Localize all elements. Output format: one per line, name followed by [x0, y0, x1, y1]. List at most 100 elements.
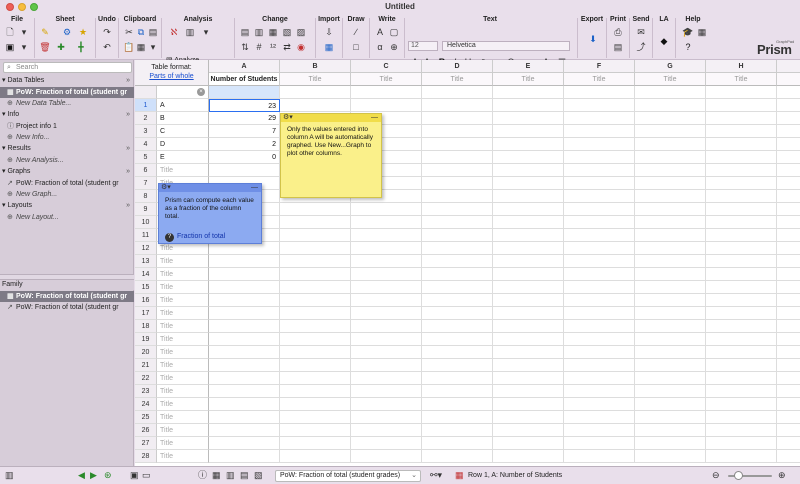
table-cell[interactable]	[635, 320, 706, 333]
table-cell[interactable]	[351, 359, 422, 372]
table-cell[interactable]	[635, 294, 706, 307]
table-cell[interactable]	[635, 398, 706, 411]
export-icon[interactable]: ⬇	[586, 31, 600, 47]
sidebar-item-graph[interactable]: ↗ PoW: Fraction of total (student gr	[0, 178, 134, 189]
table-cell[interactable]	[706, 411, 777, 424]
note-title-bar[interactable]: ⚙▾ —	[159, 184, 261, 192]
table-cell[interactable]	[564, 268, 635, 281]
table-cell[interactable]	[493, 112, 564, 125]
table-cell[interactable]	[493, 346, 564, 359]
column-title-g[interactable]: Title	[635, 73, 706, 86]
table-cell[interactable]: 0	[209, 151, 280, 164]
help-question-icon[interactable]: ?	[682, 42, 694, 53]
section-expand-icon[interactable]: »	[126, 76, 130, 86]
table-cell[interactable]	[280, 398, 351, 411]
table-cell[interactable]	[564, 125, 635, 138]
table-cell[interactable]	[564, 164, 635, 177]
table-cell[interactable]	[280, 242, 351, 255]
print-preview-icon[interactable]: ▤	[612, 42, 624, 53]
table-cell[interactable]	[564, 372, 635, 385]
table-cell[interactable]	[635, 268, 706, 281]
analysis-table-icon[interactable]: ▥	[184, 27, 196, 38]
table-cell[interactable]	[706, 281, 777, 294]
table-cell[interactable]	[351, 255, 422, 268]
clear-icon[interactable]: ×	[197, 88, 205, 96]
table-cell[interactable]	[209, 372, 280, 385]
column-header-d[interactable]: D	[422, 60, 493, 73]
row-title[interactable]: Title	[157, 255, 209, 268]
table-cell[interactable]	[635, 138, 706, 151]
table-cell[interactable]	[564, 281, 635, 294]
row-title[interactable]: D	[157, 138, 209, 151]
delete-sheet-icon[interactable]: 🗑	[39, 42, 51, 53]
table-cell[interactable]	[777, 411, 800, 424]
table-cell[interactable]	[777, 164, 800, 177]
change-fill-icon[interactable]: ▨	[295, 27, 307, 38]
table-cell[interactable]	[209, 359, 280, 372]
column-header-i[interactable]: I	[777, 60, 800, 73]
table-cell[interactable]	[564, 229, 635, 242]
table-cell[interactable]	[564, 242, 635, 255]
color-icon[interactable]: ◉	[295, 42, 307, 53]
table-cell[interactable]	[422, 359, 493, 372]
table-cell[interactable]	[493, 398, 564, 411]
save-icon[interactable]: ▣	[4, 42, 16, 53]
column-title-c[interactable]: Title	[351, 73, 422, 86]
table-cell[interactable]	[706, 151, 777, 164]
row-title[interactable]: Title	[157, 268, 209, 281]
row-title-header-input[interactable]: ×	[157, 86, 209, 99]
sidebar-item-project-info[interactable]: ⓘ Project info 1	[0, 121, 134, 132]
table-cell[interactable]	[422, 320, 493, 333]
table-cell[interactable]	[209, 281, 280, 294]
table-cell[interactable]	[351, 86, 422, 99]
table-cell[interactable]	[493, 294, 564, 307]
help-book-icon[interactable]: ▦	[696, 27, 708, 38]
table-cell[interactable]	[706, 177, 777, 190]
table-cell[interactable]	[280, 229, 351, 242]
row-title[interactable]: Title	[157, 333, 209, 346]
table-cell[interactable]	[493, 320, 564, 333]
sidebar-toggle-icon[interactable]: ▥	[5, 470, 14, 481]
column-title-i[interactable]: Title	[777, 73, 800, 86]
undo-icon[interactable]: ↶	[101, 42, 113, 53]
sticky-note-blue[interactable]: ⚙▾ — Prism can compute each value as a f…	[158, 183, 262, 244]
row-title[interactable]: A	[157, 99, 209, 112]
table-cell[interactable]	[422, 216, 493, 229]
table-cell[interactable]	[209, 320, 280, 333]
table-cell[interactable]	[635, 164, 706, 177]
sidebar-item-new-data-table[interactable]: ⊕ New Data Table...	[0, 98, 134, 109]
table-cell[interactable]	[493, 164, 564, 177]
view-columns-icon[interactable]: ▥	[226, 470, 235, 481]
table-cell[interactable]	[777, 346, 800, 359]
table-cell[interactable]	[706, 385, 777, 398]
table-cell[interactable]	[422, 268, 493, 281]
fraction-of-total-link[interactable]: ? Fraction of total	[165, 233, 225, 242]
table-cell[interactable]	[706, 138, 777, 151]
row-title[interactable]: Title	[157, 294, 209, 307]
table-cell[interactable]	[493, 281, 564, 294]
row-title[interactable]: Title	[157, 372, 209, 385]
previous-sheet-icon[interactable]: ◀	[78, 470, 85, 481]
table-cell[interactable]	[493, 138, 564, 151]
redo-icon[interactable]: ↷	[101, 27, 113, 38]
table-cell[interactable]	[351, 268, 422, 281]
star-icon[interactable]: ★	[77, 27, 89, 38]
table-cell[interactable]	[209, 346, 280, 359]
table-cell[interactable]	[422, 281, 493, 294]
section-layouts[interactable]: ▾ Layouts »	[0, 201, 134, 211]
table-cell[interactable]	[422, 424, 493, 437]
table-cell[interactable]	[209, 398, 280, 411]
table-cell[interactable]: 29	[209, 112, 280, 125]
table-cell[interactable]	[422, 190, 493, 203]
table-cell[interactable]	[777, 151, 800, 164]
new-file-icon[interactable]: 🗋	[4, 27, 16, 38]
table-cell[interactable]	[635, 437, 706, 450]
table-cell[interactable]	[422, 437, 493, 450]
table-cell[interactable]	[351, 203, 422, 216]
table-cell[interactable]	[706, 216, 777, 229]
table-cell[interactable]	[422, 372, 493, 385]
cut-icon[interactable]: ✂	[123, 27, 135, 38]
numeric-format-icon[interactable]: #	[253, 42, 265, 53]
table-cell[interactable]	[422, 450, 493, 463]
la-cube-icon[interactable]: ◆	[658, 36, 670, 47]
